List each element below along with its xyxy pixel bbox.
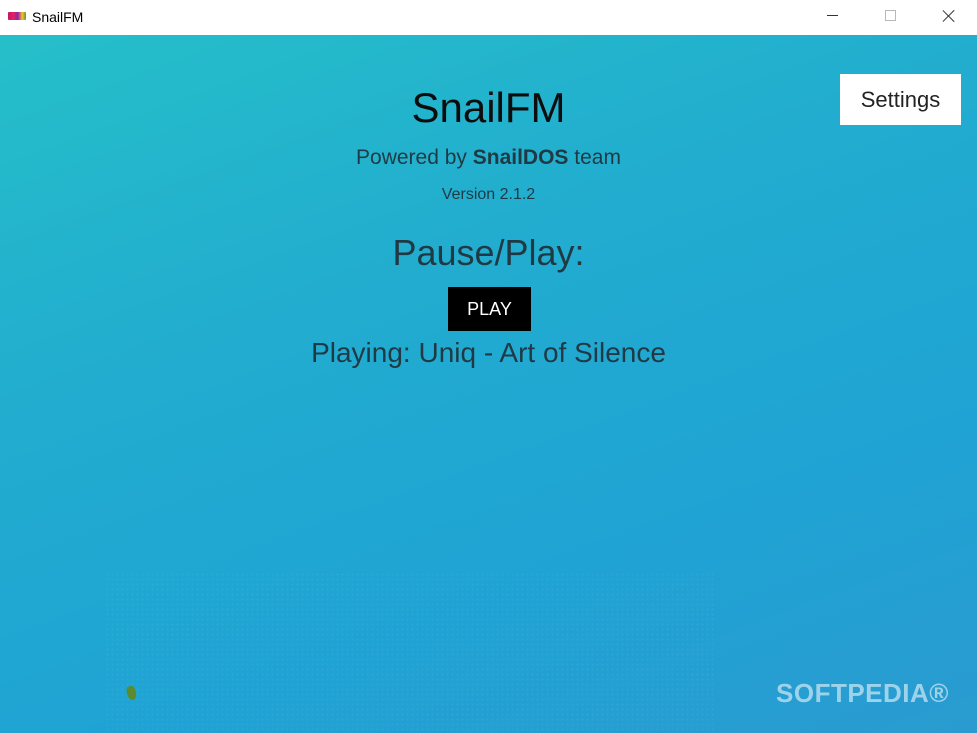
app-heading: SnailFM	[411, 84, 566, 131]
pause-play-heading: Pause/Play:	[392, 232, 585, 273]
maximize-button[interactable]	[861, 0, 919, 34]
app-logo-icon	[8, 12, 26, 20]
maximize-icon	[885, 10, 896, 21]
close-button[interactable]	[919, 0, 977, 34]
minimize-button[interactable]	[803, 0, 861, 34]
close-icon	[942, 9, 956, 23]
play-button[interactable]: PLAY	[448, 287, 531, 331]
window-title: SnailFM	[32, 9, 84, 25]
main-content: Settings SnailFM Powered by SnailDOS tea…	[0, 35, 977, 733]
powered-prefix: Powered by	[356, 146, 473, 169]
softpedia-watermark: SOFTPEDIA®	[776, 678, 949, 708]
version-text: Version 2.1.2	[441, 186, 536, 203]
now-playing-text: Playing: Uniq - Art of Silence	[311, 337, 666, 368]
app-window: SnailFM Settings SnailFM Powered by Snai…	[0, 0, 977, 733]
powered-by-text: Powered by SnailDOS team	[0, 145, 977, 171]
title-bar[interactable]: SnailFM	[0, 0, 977, 34]
background-texture	[105, 572, 715, 733]
powered-suffix: team	[568, 146, 621, 169]
team-name: SnailDOS	[472, 146, 569, 169]
minimize-icon	[827, 15, 838, 16]
